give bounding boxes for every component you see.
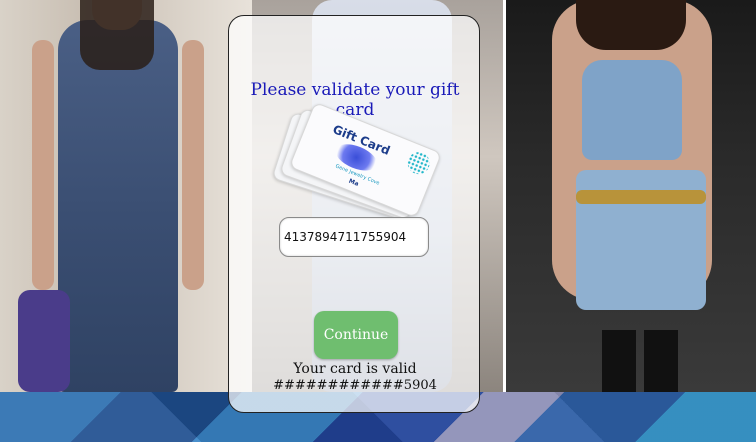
model-dress [58,20,178,392]
validation-status-text: Your card is valid [293,361,417,377]
model-boot-right [644,330,678,392]
masked-card-number: ############5904 [273,378,437,393]
background-photo-right [506,0,756,392]
model-arm-right [182,40,204,290]
card-number-input[interactable] [279,217,429,257]
model-hair [576,0,686,50]
handbag [18,290,70,392]
chain-belt [576,190,706,204]
model-arm-left [32,40,54,290]
gift-card-validation-panel: Please validate your gift card Gift Card… [228,15,480,413]
gift-card-logo: Ma [347,177,360,188]
background-photo-left [0,0,252,392]
denim-top [582,60,682,160]
continue-button[interactable]: Continue [314,311,398,359]
model-hair [80,0,154,70]
gift-card-dots-icon [404,148,434,178]
gift-card-image: Gift Card Gene Jewelry Cove Ma [271,101,449,221]
model-boot-left [602,330,636,392]
